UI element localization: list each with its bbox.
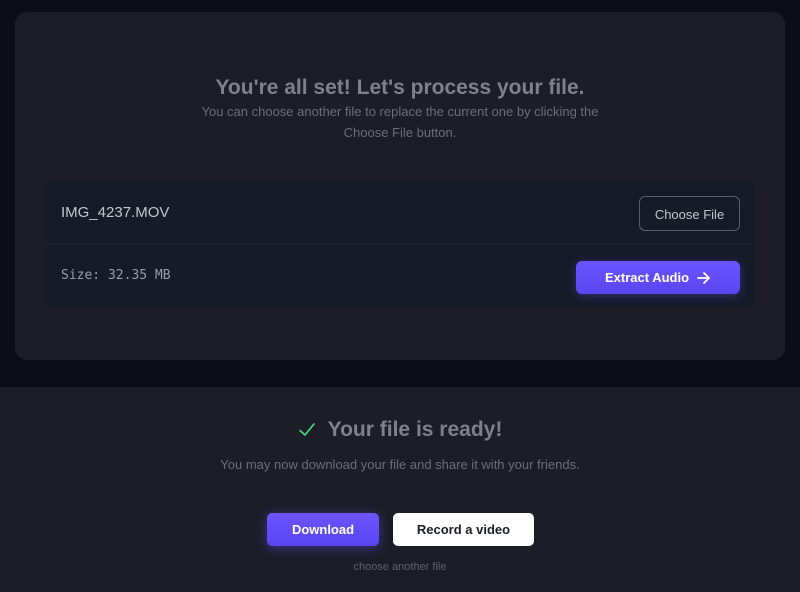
ready-header: Your file is ready! — [0, 418, 800, 442]
file-panel: IMG_4237.MOV Choose File Size: 32.35 MB … — [46, 181, 755, 308]
process-card: You're all set! Let's process your file.… — [15, 12, 785, 360]
extract-audio-label: Extract Audio — [604, 270, 690, 285]
file-size: Size: 32.35 MB — [61, 268, 171, 283]
check-icon — [298, 423, 315, 436]
process-section: You're all set! Let's process your file.… — [0, 0, 800, 387]
extract-audio-button[interactable]: Extract Audio — [576, 261, 740, 294]
download-button[interactable]: Download — [267, 513, 379, 546]
ready-subtitle: You may now download your file and share… — [220, 457, 580, 472]
record-video-button[interactable]: Record a video — [393, 513, 534, 546]
choose-another-file-link[interactable]: choose another file — [0, 561, 800, 573]
process-subtitle: You can choose another file to replace t… — [201, 104, 599, 140]
ready-section: Your file is ready! You may now download… — [0, 387, 800, 592]
file-name: IMG_4237.MOV — [61, 204, 170, 221]
file-size-row: Size: 32.35 MB Extract Audio — [46, 245, 755, 308]
choose-file-button[interactable]: Choose File — [639, 196, 740, 231]
ready-title: Your file is ready! — [327, 418, 503, 441]
process-title: You're all set! Let's process your file. — [215, 76, 585, 99]
file-name-row: IMG_4237.MOV Choose File — [46, 181, 755, 245]
arrow-right-icon — [697, 271, 710, 284]
